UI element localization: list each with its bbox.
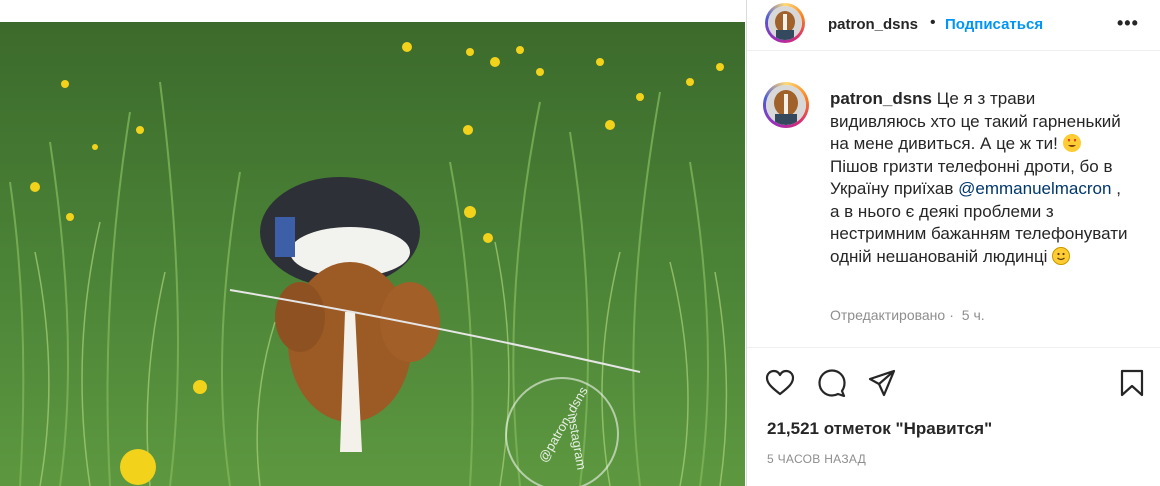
post-timestamp[interactable]: 5 ЧАСОВ НАЗАД — [767, 452, 866, 466]
likes-count[interactable]: 21,521 отметок "Нравится" — [767, 419, 992, 439]
photo-scene — [0, 22, 745, 486]
smile-emoji-icon — [1052, 246, 1071, 265]
post-side-panel: patron_dsns • Подписаться ••• patron_dsn… — [746, 0, 1160, 486]
avatar-image — [768, 6, 802, 40]
follow-button[interactable]: Подписаться — [945, 16, 1043, 33]
watermark-brand: instagram — [564, 412, 590, 471]
caption-meta: Отредактировано · 5 ч. — [830, 307, 989, 323]
header-separator: • — [930, 14, 936, 31]
heart-eyes-emoji-icon — [1062, 134, 1081, 152]
header-username[interactable]: patron_dsns — [828, 16, 918, 33]
post-age[interactable]: 5 ч. — [962, 307, 985, 323]
paper-plane-icon[interactable] — [867, 368, 897, 398]
top-gap — [0, 0, 745, 22]
post-photo[interactable]: @patron_dsns instagram — [0, 22, 745, 486]
post-caption: patron_dsns Це я з трави видивляюсь хто … — [830, 88, 1130, 268]
dog-avatar-icon — [768, 6, 802, 40]
action-bar — [747, 347, 1160, 418]
caption-username[interactable]: patron_dsns — [830, 89, 932, 108]
watermark: @patron_dsns instagram — [505, 377, 619, 486]
edited-label: Отредактировано — [830, 307, 946, 323]
comment-bubble-icon[interactable] — [817, 368, 847, 398]
caption-avatar[interactable] — [763, 82, 809, 128]
post-header: patron_dsns • Подписаться ••• — [747, 0, 1160, 51]
dog-avatar-icon — [766, 85, 806, 125]
meta-separator: · — [949, 307, 954, 323]
caption-avatar-image — [766, 85, 806, 125]
header-avatar[interactable] — [765, 3, 805, 43]
more-options-icon[interactable]: ••• — [1117, 13, 1139, 34]
heart-outline-icon[interactable] — [765, 368, 795, 398]
mention-link[interactable]: @emmanuelmacron — [958, 179, 1111, 198]
bookmark-icon[interactable] — [1117, 368, 1147, 398]
